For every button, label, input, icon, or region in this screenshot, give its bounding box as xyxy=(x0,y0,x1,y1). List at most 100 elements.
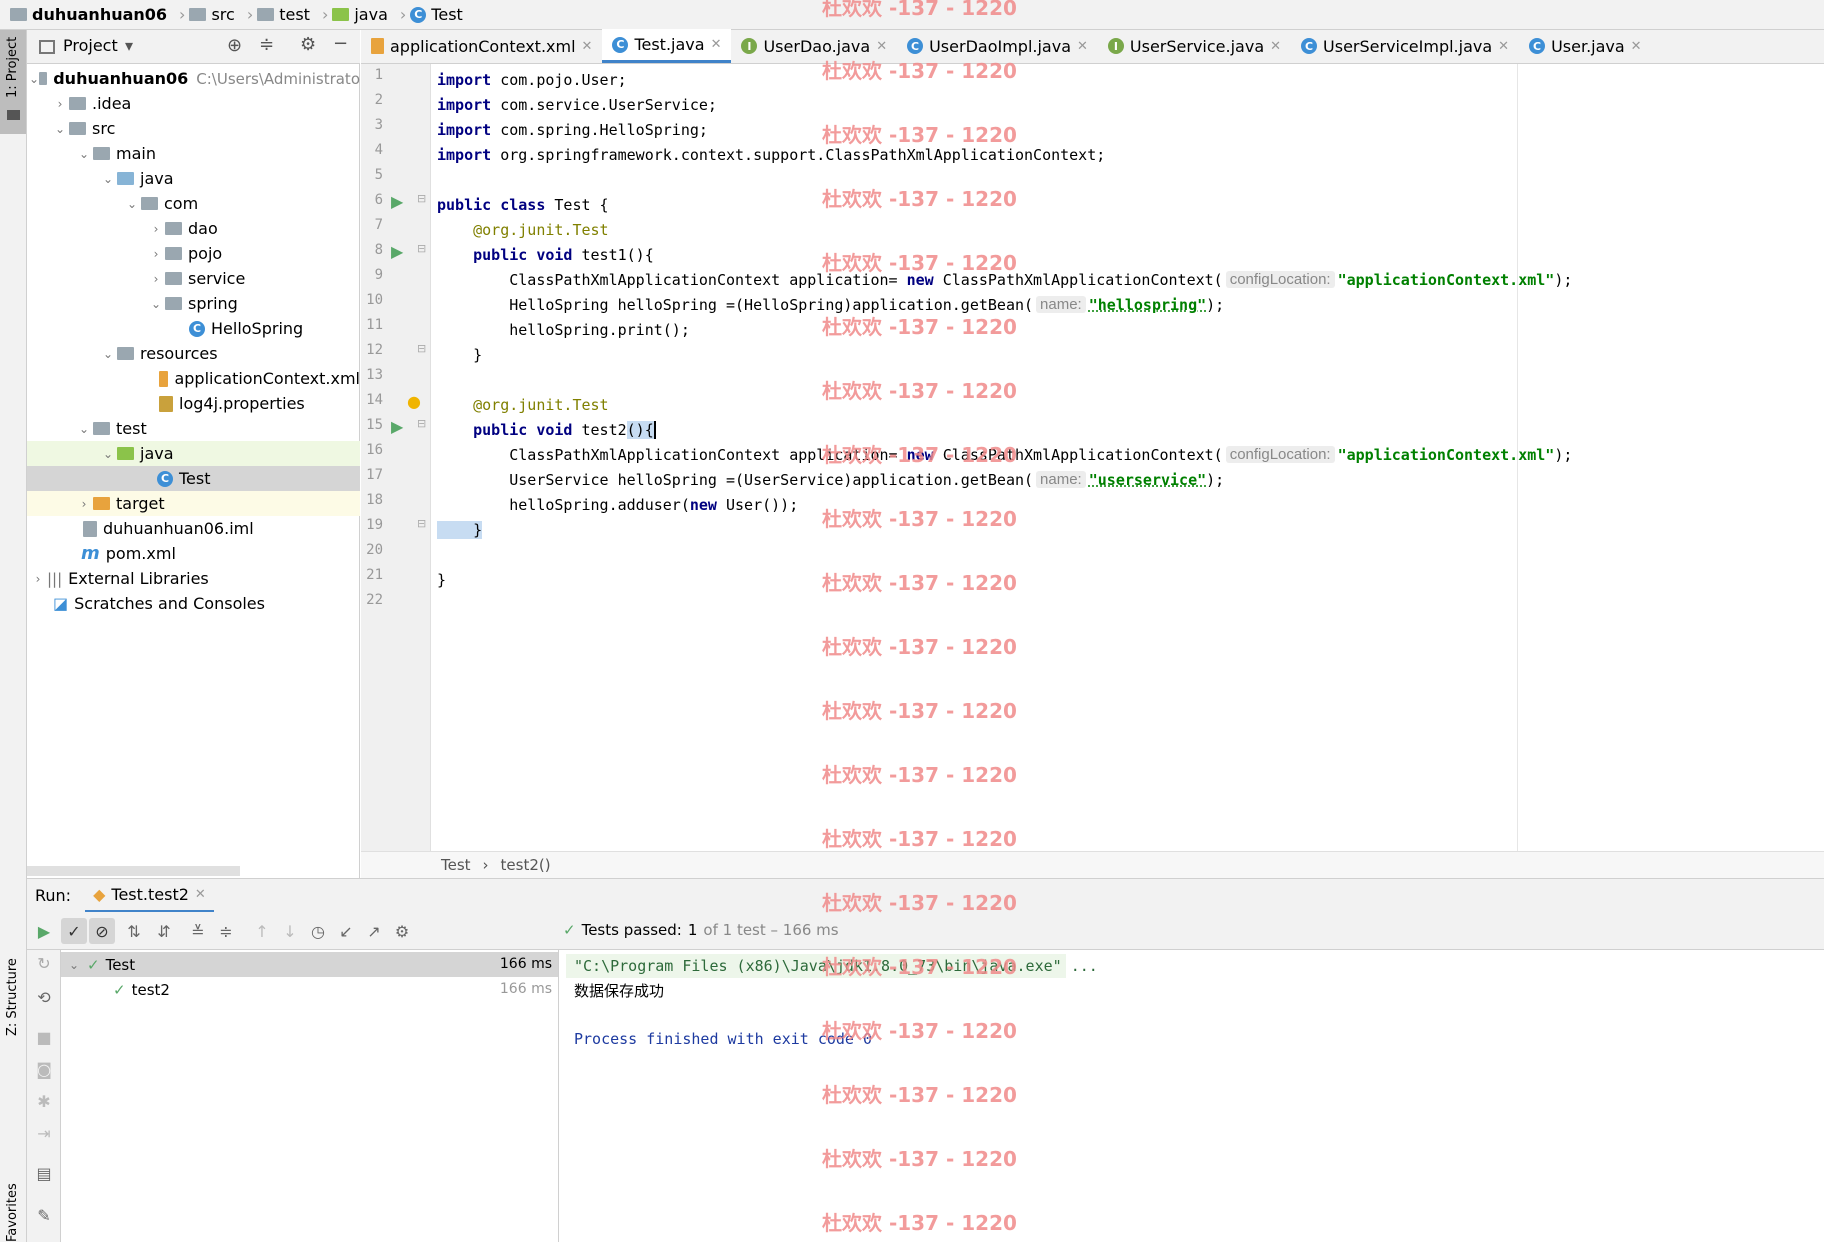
breadcrumb-java[interactable]: java xyxy=(332,5,388,24)
chevron-right-icon[interactable]: › xyxy=(51,97,69,111)
tree-item-resources[interactable]: ⌄ resources xyxy=(27,341,360,366)
close-icon[interactable]: ✕ xyxy=(1498,39,1509,54)
pin-icon[interactable]: ✎ xyxy=(35,1206,53,1225)
tree-item-pojo[interactable]: › pojo xyxy=(27,241,360,266)
test-result-row[interactable]: ✓ test2 166 ms xyxy=(61,977,558,1002)
gear-icon[interactable]: ⚙ xyxy=(393,922,411,941)
chevron-down-icon[interactable]: ⌄ xyxy=(99,172,117,186)
sort-by-duration-icon[interactable]: ⇵ xyxy=(155,922,173,941)
tree-item-hellospring[interactable]: C HelloSpring xyxy=(27,316,360,341)
minimize-icon[interactable]: − xyxy=(333,33,348,54)
tree-item-src[interactable]: ⌄ src xyxy=(27,116,360,141)
fold-icon[interactable]: ⊟ xyxy=(417,342,426,355)
chevron-down-icon[interactable]: ⌄ xyxy=(61,958,87,972)
stop-icon[interactable]: ■ xyxy=(35,1028,53,1047)
close-icon[interactable]: ✕ xyxy=(195,887,206,902)
tree-item-main-java[interactable]: ⌄ java xyxy=(27,166,360,191)
show-passed-icon[interactable]: ✓ xyxy=(61,918,87,944)
close-icon[interactable]: ✕ xyxy=(711,37,722,52)
tree-item-scratches[interactable]: ◪ Scratches and Consoles xyxy=(27,591,360,616)
lightbulb-icon[interactable]: ● xyxy=(407,392,421,411)
code-editor[interactable]: import com.pojo.User; import com.service… xyxy=(431,64,1824,851)
chevron-down-icon[interactable]: ⌄ xyxy=(75,422,93,436)
close-icon[interactable]: ✕ xyxy=(1077,39,1088,54)
chevron-down-icon[interactable]: ▾ xyxy=(125,36,133,55)
tree-item-test[interactable]: ⌄ test xyxy=(27,416,360,441)
tree-item-pom[interactable]: m pom.xml xyxy=(27,541,360,566)
tree-item-external-libraries[interactable]: › ||| External Libraries xyxy=(27,566,360,591)
favorites-tool-tab[interactable]: Favorites xyxy=(0,1160,26,1242)
rerun-icon[interactable]: ▶ xyxy=(35,922,53,941)
gear-icon[interactable]: ⚙ xyxy=(300,34,316,55)
arrow-up-icon[interactable]: ↑ xyxy=(253,922,271,941)
chevron-down-icon[interactable]: ⌄ xyxy=(99,347,117,361)
chevron-right-icon[interactable]: › xyxy=(147,272,165,286)
import-tests-icon[interactable]: ↙ xyxy=(337,922,355,941)
chevron-down-icon[interactable]: ⌄ xyxy=(147,297,165,311)
breadcrumb-class[interactable]: Test xyxy=(441,856,471,874)
layout-icon[interactable]: ▤ xyxy=(35,1164,53,1183)
tree-item-service[interactable]: › service xyxy=(27,266,360,291)
structure-tool-tab[interactable]: Z: Structure xyxy=(0,940,26,1050)
tree-item-idea[interactable]: › .idea xyxy=(27,91,360,116)
tree-item-log4j[interactable]: log4j.properties xyxy=(27,391,360,416)
exit-icon[interactable]: ⇥ xyxy=(35,1124,53,1143)
breadcrumb-project[interactable]: duhuanhuan06 xyxy=(10,5,167,24)
run-test-icon[interactable]: ▶ xyxy=(391,192,403,211)
close-icon[interactable]: ✕ xyxy=(582,39,593,54)
tab-user-java[interactable]: C User.java ✕ xyxy=(1519,29,1652,63)
tree-root[interactable]: ⌄ duhuanhuan06 C:\Users\Administrato xyxy=(27,66,360,91)
tree-item-test-class[interactable]: C Test xyxy=(27,466,360,491)
tree-item-com[interactable]: ⌄ com xyxy=(27,191,360,216)
toggle-auto-test-icon[interactable]: ⟲ xyxy=(35,988,53,1007)
export-tests-icon[interactable]: ↗ xyxy=(365,922,383,941)
fold-icon[interactable]: ⊟ xyxy=(417,417,426,430)
editor-gutter[interactable]: 1 2 3 4 5 6 7 8 9 10 11 12 13 14 15 16 1… xyxy=(361,64,431,851)
arrow-down-icon[interactable]: ↓ xyxy=(281,922,299,941)
close-icon[interactable]: ✕ xyxy=(1270,39,1281,54)
fold-icon[interactable]: ⊟ xyxy=(417,192,426,205)
fold-icon[interactable]: ⊟ xyxy=(417,242,426,255)
project-tool-tab[interactable]: 1: Project xyxy=(0,30,26,134)
tree-item-dao[interactable]: › dao xyxy=(27,216,360,241)
show-ignored-icon[interactable]: ⊘ xyxy=(89,918,115,944)
horizontal-scrollbar[interactable] xyxy=(27,866,240,876)
breadcrumb-test[interactable]: test xyxy=(257,5,310,24)
tab-test-java[interactable]: C Test.java ✕ xyxy=(602,29,732,63)
run-test-icon[interactable]: ▶ xyxy=(391,417,403,436)
chevron-down-icon[interactable]: ⌄ xyxy=(99,447,117,461)
tab-userservice-java[interactable]: I UserService.java ✕ xyxy=(1098,29,1291,63)
test-result-row[interactable]: ⌄ ✓ Test 166 ms xyxy=(61,952,558,977)
breadcrumb-method[interactable]: test2() xyxy=(501,856,551,874)
chevron-down-icon[interactable]: ⌄ xyxy=(29,72,39,86)
chevron-down-icon[interactable]: ⌄ xyxy=(51,122,69,136)
tab-applicationcontext-xml[interactable]: applicationContext.xml ✕ xyxy=(361,29,602,63)
chevron-down-icon[interactable]: ⌄ xyxy=(75,147,93,161)
collapse-all-icon[interactable]: ≑ xyxy=(259,34,274,55)
breadcrumb-test-class[interactable]: C Test xyxy=(410,5,463,24)
run-test-icon[interactable]: ▶ xyxy=(391,242,403,261)
run-tab[interactable]: ◆ Test.test2 ✕ xyxy=(85,879,214,913)
tab-userserviceimpl-java[interactable]: C UserServiceImpl.java ✕ xyxy=(1291,29,1519,63)
tree-item-test-java[interactable]: ⌄ java xyxy=(27,441,360,466)
tree-item-spring[interactable]: ⌄ spring xyxy=(27,291,360,316)
history-icon[interactable]: ◷ xyxy=(309,922,327,941)
project-view-selector[interactable]: Project xyxy=(63,36,118,55)
breadcrumb-src[interactable]: src xyxy=(189,5,235,24)
sort-alphabetically-icon[interactable]: ⇅ xyxy=(125,922,143,941)
expand-all-icon[interactable]: ≚ xyxy=(189,922,207,941)
close-icon[interactable]: ✕ xyxy=(1631,39,1642,54)
debug-icon[interactable]: ✱ xyxy=(35,1092,53,1111)
tree-item-applicationcontext[interactable]: applicationContext.xml xyxy=(27,366,360,391)
locate-icon[interactable]: ⊕ xyxy=(227,35,242,56)
tree-item-target[interactable]: › target xyxy=(27,491,360,516)
collapse-all-icon[interactable]: ≑ xyxy=(217,922,235,941)
fold-icon[interactable]: ⊟ xyxy=(417,517,426,530)
chevron-right-icon[interactable]: › xyxy=(147,222,165,236)
tree-item-main[interactable]: ⌄ main xyxy=(27,141,360,166)
camera-icon[interactable]: ◙ xyxy=(35,1060,53,1079)
console-output[interactable]: "C:\Program Files (x86)\Java\jdk1.8.0_73… xyxy=(560,950,1824,1242)
chevron-right-icon[interactable]: › xyxy=(75,497,93,511)
chevron-down-icon[interactable]: ⌄ xyxy=(123,197,141,211)
close-icon[interactable]: ✕ xyxy=(876,39,887,54)
